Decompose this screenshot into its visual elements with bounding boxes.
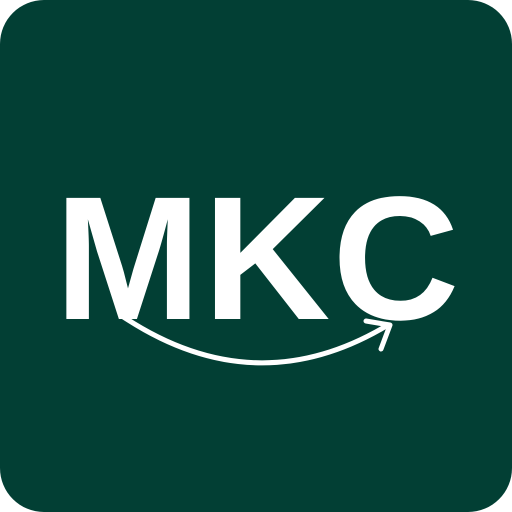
app-icon: MKC	[0, 0, 512, 512]
logo-wordmark: MKC	[54, 161, 462, 357]
